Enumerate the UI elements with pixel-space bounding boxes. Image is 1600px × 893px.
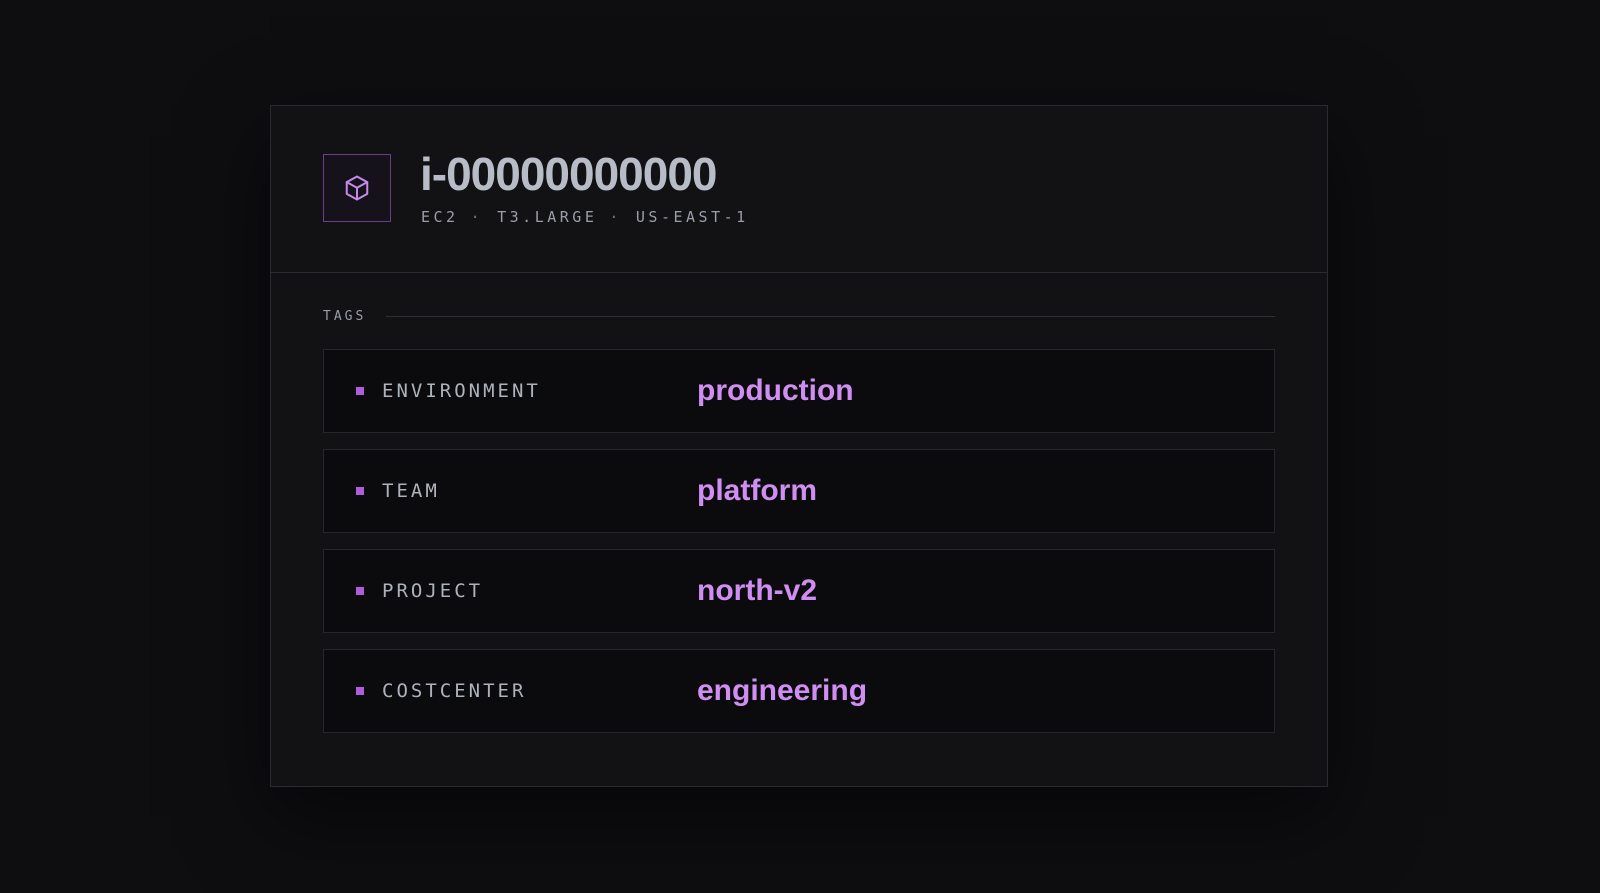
resource-header: i-00000000000 EC2 · T3.LARGE · US-EAST-1	[271, 106, 1327, 273]
tags-heading: TAGS	[323, 296, 1275, 336]
tag-bullet-icon	[356, 487, 364, 495]
tag-bullet-icon	[356, 687, 364, 695]
resource-icon-box	[323, 154, 391, 222]
tag-key: ENVIRONMENT	[382, 380, 541, 402]
tag-value: engineering	[697, 674, 868, 707]
tag-value: north-v2	[697, 574, 817, 607]
tag-list: ENVIRONMENT production TEAM platform PRO…	[323, 349, 1275, 733]
tags-divider	[386, 315, 1275, 317]
resource-card: i-00000000000 EC2 · T3.LARGE · US-EAST-1…	[270, 105, 1328, 787]
tag-row-environment: ENVIRONMENT production	[323, 349, 1275, 433]
tags-section: TAGS ENVIRONMENT production TEAM platfor…	[323, 296, 1275, 733]
tag-key: TEAM	[382, 480, 440, 502]
tags-heading-label: TAGS	[323, 308, 367, 324]
tag-value: platform	[697, 474, 817, 507]
tag-row-project: PROJECT north-v2	[323, 549, 1275, 633]
meta-separator: ·	[470, 208, 484, 226]
tag-row-team: TEAM platform	[323, 449, 1275, 533]
cube-icon	[345, 175, 369, 201]
tag-row-costcenter: COSTCENTER engineering	[323, 649, 1275, 733]
tag-bullet-icon	[356, 587, 364, 595]
tag-value: production	[697, 374, 854, 407]
region-label: US-EAST-1	[635, 208, 749, 226]
meta-separator: ·	[609, 208, 622, 226]
instance-type-label: T3.LARGE	[497, 208, 598, 226]
resource-meta: EC2 · T3.LARGE · US-EAST-1	[421, 208, 749, 226]
service-label: EC2	[421, 208, 459, 226]
tag-bullet-icon	[356, 387, 364, 395]
instance-id-title: i-00000000000	[420, 148, 718, 200]
tag-key: COSTCENTER	[382, 680, 527, 702]
tag-key: PROJECT	[382, 580, 484, 602]
